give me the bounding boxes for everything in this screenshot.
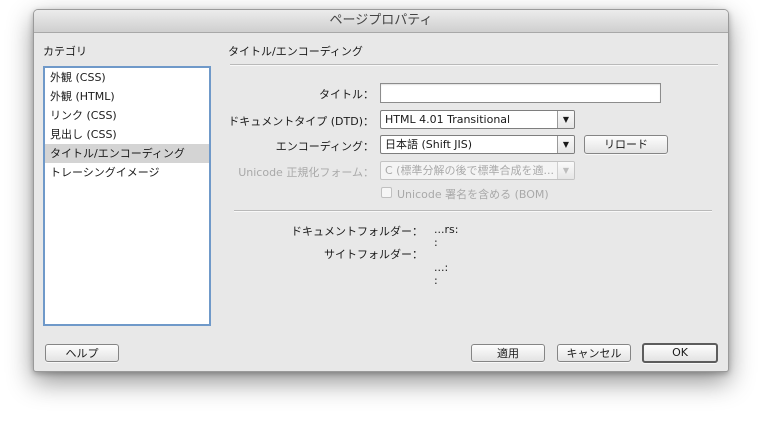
unicode-normalization-select[interactable]: C (標準分解の後で標準合成を適... ▼ — [380, 161, 575, 180]
dropdown-arrow-icon: ▼ — [557, 111, 574, 128]
info-divider — [234, 210, 712, 212]
apply-button[interactable]: 適用 — [471, 344, 545, 362]
cancel-button[interactable]: キャンセル — [557, 344, 631, 362]
category-item-appearance-css[interactable]: 外観 (CSS) — [45, 68, 209, 87]
document-folder-label: ドキュメントフォルダー： — [291, 225, 423, 238]
unicode-normalization-label: Unicode 正規化フォーム： — [238, 166, 374, 179]
encoding-select[interactable]: 日本語 (Shift JIS) ▼ — [380, 135, 575, 154]
site-folder-value: ...: — [434, 261, 449, 274]
category-label: カテゴリ — [43, 45, 87, 58]
doctype-label: ドキュメントタイプ (DTD)： — [228, 115, 374, 128]
dropdown-arrow-icon: ▼ — [557, 162, 574, 179]
site-folder-label: サイトフォルダー： — [324, 248, 423, 261]
bom-checkbox[interactable] — [381, 187, 392, 198]
dropdown-arrow-icon: ▼ — [557, 136, 574, 153]
page-properties-dialog: ページプロパティ カテゴリ 外観 (CSS) 外観 (HTML) リンク (CS… — [33, 9, 729, 372]
doctype-value: HTML 4.01 Transitional — [385, 113, 511, 126]
bom-label: Unicode 署名を含める (BOM) — [397, 188, 549, 201]
section-title: タイトル/エンコーディング — [228, 45, 363, 58]
section-divider — [230, 64, 718, 66]
dialog-title: ページプロパティ — [34, 10, 728, 33]
category-list[interactable]: 外観 (CSS) 外観 (HTML) リンク (CSS) 見出し (CSS) タ… — [43, 66, 211, 326]
encoding-label: エンコーディング： — [275, 140, 374, 153]
unicode-normalization-value: C (標準分解の後で標準合成を適... — [385, 164, 554, 177]
title-input[interactable] — [380, 83, 661, 103]
document-folder-value: ...rs: — [434, 223, 459, 236]
category-item-headings-css[interactable]: 見出し (CSS) — [45, 125, 209, 144]
category-item-tracing-image[interactable]: トレーシングイメージ — [45, 163, 209, 182]
doctype-select[interactable]: HTML 4.01 Transitional ▼ — [380, 110, 575, 129]
category-item-title-encoding[interactable]: タイトル/エンコーディング — [45, 144, 209, 163]
site-folder-value-line2: : — [434, 274, 438, 287]
ok-button[interactable]: OK — [642, 343, 718, 363]
help-button[interactable]: ヘルプ — [45, 344, 119, 362]
title-label: タイトル： — [319, 88, 374, 101]
encoding-value: 日本語 (Shift JIS) — [385, 138, 473, 151]
category-item-appearance-html[interactable]: 外観 (HTML) — [45, 87, 209, 106]
document-folder-value-line2: : — [434, 236, 438, 249]
category-item-links-css[interactable]: リンク (CSS) — [45, 106, 209, 125]
reload-button[interactable]: リロード — [584, 135, 668, 154]
